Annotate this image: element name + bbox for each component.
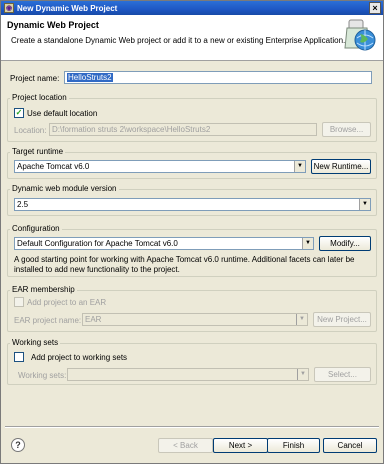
title-bar: ◉ New Dynamic Web Project × [1,1,383,15]
page-description: Create a standalone Dynamic Web project … [11,36,346,45]
chevron-down-icon: ▼ [297,369,308,380]
web-project-wizard-icon [344,19,376,51]
chevron-down-icon: ▼ [359,199,370,210]
wizard-window: ◉ New Dynamic Web Project × Dynamic Web … [0,0,384,464]
ear-project-select[interactable]: EAR ▼ [82,313,308,326]
project-name-input[interactable]: HelloStruts2 [64,71,372,84]
add-to-working-sets-checkbox[interactable] [14,352,24,362]
select-working-sets-button[interactable]: Select... [314,367,371,382]
configuration-title: Configuration [10,224,62,233]
working-sets-select[interactable]: ▼ [67,368,309,381]
project-name-value: HelloStruts2 [67,73,113,82]
ear-project-name-label: EAR project name: [14,316,82,325]
target-runtime-select[interactable]: Apache Tomcat v6.0 ▼ [14,160,306,173]
page-title: Dynamic Web Project [7,20,99,30]
target-runtime-value: Apache Tomcat v6.0 [17,162,90,171]
location-input[interactable]: D:\formation struts 2\workspace\HelloStr… [49,123,317,136]
add-to-working-sets-label: Add project to working sets [31,353,128,362]
configuration-info-line-1: A good starting point for working with A… [14,255,355,264]
configuration-info-line-2: installed to add new functionality to th… [14,265,180,274]
project-location-title: Project location [10,93,69,102]
back-button[interactable]: < Back [158,438,213,453]
eclipse-app-icon: ◉ [4,3,14,13]
module-version-select[interactable]: 2.5 ▼ [14,198,371,211]
working-sets-label: Working sets: [18,371,67,380]
use-default-location-checkbox[interactable]: ✓ [14,108,24,118]
close-button[interactable]: × [369,2,381,14]
chevron-down-icon: ▼ [296,314,307,325]
ear-membership-title: EAR membership [10,285,77,294]
modify-button[interactable]: Modify... [319,236,371,251]
use-default-location-label: Use default location [27,109,98,118]
module-version-value: 2.5 [17,200,29,209]
module-version-title: Dynamic web module version [10,184,119,193]
location-label: Location: [14,126,47,135]
target-runtime-title: Target runtime [10,147,66,156]
new-ear-project-button[interactable]: New Project... [313,312,371,327]
next-button[interactable]: Next > [213,438,268,453]
chevron-down-icon: ▼ [302,238,313,249]
cancel-button[interactable]: Cancel [323,438,377,453]
new-runtime-button[interactable]: New Runtime... [311,159,371,174]
configuration-value: Default Configuration for Apache Tomcat … [17,239,178,248]
wizard-banner: Dynamic Web Project Create a standalone … [1,15,383,61]
finish-button[interactable]: Finish [267,438,320,453]
project-name-label: Project name: [10,74,60,83]
add-to-ear-checkbox[interactable] [14,297,24,307]
ear-project-value: EAR [85,315,102,324]
footer-separator [5,426,379,428]
chevron-down-icon: ▼ [294,161,305,172]
help-icon[interactable]: ? [11,438,25,452]
add-to-ear-label: Add project to an EAR [27,298,107,307]
working-sets-title: Working sets [10,338,61,347]
configuration-select[interactable]: Default Configuration for Apache Tomcat … [14,237,314,250]
window-title: New Dynamic Web Project [17,3,118,13]
browse-button[interactable]: Browse... [322,122,371,137]
